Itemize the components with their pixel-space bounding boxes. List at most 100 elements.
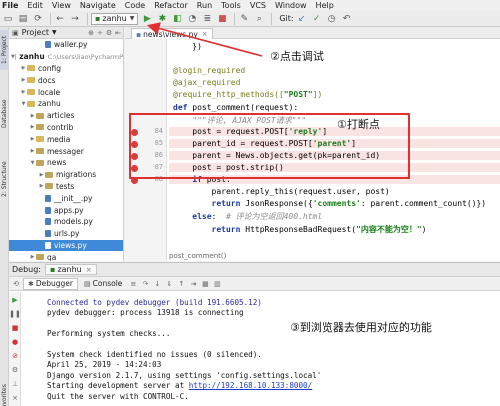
tree-item[interactable]: ▶ docs — [9, 74, 123, 86]
tree-item-label: config — [38, 63, 61, 73]
tree-item[interactable]: ▶ messager — [9, 145, 123, 157]
tool-tab-favorites[interactable]: 2: Favorites — [0, 382, 9, 406]
console-line: Starting development server at http://19… — [47, 381, 312, 390]
tree-item[interactable]: ▶ tests — [9, 181, 123, 193]
tree-item[interactable]: waller.py — [9, 39, 123, 51]
tool-tab-structure[interactable]: 2: Structure — [0, 153, 9, 205]
evaluate-icon[interactable]: ▦ — [200, 279, 210, 289]
stop-icon[interactable]: ■ — [216, 13, 228, 25]
tool-tab-database[interactable]: Database — [0, 89, 9, 139]
menu-item-vcs[interactable]: VCS — [250, 0, 266, 11]
chevron-right-icon[interactable]: ▶ — [29, 148, 36, 154]
tree-item-label: media — [47, 134, 71, 144]
step-into-icon[interactable]: ↓ — [152, 279, 162, 289]
console-output[interactable]: Connected to pydev debugger (build 191.6… — [23, 292, 500, 406]
chevron-right-icon[interactable]: ▶ — [29, 136, 36, 142]
stop-icon[interactable]: ■ — [11, 324, 19, 332]
run-to-cursor-icon[interactable]: ⇥ — [188, 279, 198, 289]
hide-icon[interactable]: ⇤ — [115, 29, 121, 37]
menu-item-file[interactable]: File — [2, 0, 18, 11]
wrench-icon[interactable]: ✎ — [238, 13, 250, 25]
sync-icon[interactable]: ⟳ — [32, 13, 44, 25]
chevron-right-icon[interactable]: ▶ — [38, 172, 45, 178]
git-revert-icon[interactable]: ↶ — [341, 13, 353, 25]
locate-icon[interactable]: ⊕ — [88, 29, 94, 37]
chevron-right-icon[interactable]: ▶ — [29, 113, 36, 119]
run-icon[interactable]: ▶ — [141, 13, 153, 25]
git-commit-icon[interactable]: ✓ — [311, 13, 323, 25]
table-icon[interactable]: ▥ — [212, 279, 222, 289]
git-history-icon[interactable]: ◷ — [326, 13, 338, 25]
open-folder-icon[interactable]: ▭ — [2, 13, 14, 25]
view-breakpoints-icon[interactable]: ● — [11, 338, 19, 346]
tree-item[interactable]: urls.py — [9, 228, 123, 240]
menu-item-window[interactable]: Window — [275, 0, 307, 11]
tree-item[interactable]: apps.py — [9, 204, 123, 216]
project-panel-title[interactable]: Project — [22, 28, 49, 37]
concurrency-icon[interactable]: ≣ — [201, 13, 213, 25]
tree-item[interactable]: ▶ migrations — [9, 169, 123, 181]
tree-item[interactable]: ▶ media — [9, 133, 123, 145]
pin-icon[interactable]: ⊥ — [11, 380, 19, 388]
save-all-icon[interactable]: ▤ — [17, 13, 29, 25]
menu-item-tools[interactable]: Tools — [221, 0, 241, 11]
menu-item-help[interactable]: Help — [316, 0, 334, 11]
tab-debugger[interactable]: ✱ Debugger — [23, 277, 78, 290]
chevron-right-icon[interactable]: ▶ — [20, 89, 27, 95]
gear-icon[interactable]: ⚙ — [106, 29, 112, 37]
chevron-down-icon[interactable]: ▼ — [52, 29, 57, 36]
tree-item[interactable]: views.py — [9, 239, 123, 252]
debug-session-tab[interactable]: ▪ zanhu × — [45, 264, 97, 275]
tree-item[interactable]: ▼ zanhu C:\Users\liao\PycharmP — [9, 51, 123, 63]
tree-item[interactable]: ▶ articles — [9, 110, 123, 122]
debug-icon[interactable]: ✱ — [156, 13, 168, 25]
close-icon[interactable]: × — [86, 266, 92, 274]
pause-icon[interactable]: ❚❚ — [9, 310, 21, 318]
tool-tab-project[interactable]: 1: Project — [0, 30, 9, 70]
step-over-icon[interactable]: ↷ — [140, 279, 150, 289]
tree-item[interactable]: ▼ news — [9, 157, 123, 169]
chevron-right-icon[interactable]: ▶ — [29, 124, 36, 130]
menu-item-code[interactable]: Code — [125, 0, 145, 11]
menu-item-refactor[interactable]: Refactor — [154, 0, 188, 11]
editor-tab-views-py[interactable]: ▪ news\views.py × — [131, 28, 213, 39]
menu-item-view[interactable]: View — [52, 0, 71, 11]
chevron-down-icon[interactable]: ▼ — [29, 160, 36, 166]
close-icon[interactable]: × — [11, 394, 19, 402]
chevron-right-icon[interactable]: ▶ — [29, 254, 36, 260]
search-icon[interactable]: ⌕ — [253, 13, 265, 25]
step-out-icon[interactable]: ↑ — [176, 279, 186, 289]
tree-item[interactable]: ▼ zanhu — [9, 98, 123, 110]
collapse-icon[interactable]: ÷ — [97, 29, 103, 37]
chevron-right-icon[interactable]: ▶ — [20, 77, 27, 83]
menu-item-edit[interactable]: Edit — [27, 0, 43, 11]
step-into-my-code-icon[interactable]: ⇓ — [164, 279, 174, 289]
tree-item[interactable]: ▶ contrib — [9, 122, 123, 134]
tab-console[interactable]: ▤ Console — [80, 278, 126, 290]
chevron-down-icon[interactable]: ▼ — [20, 101, 27, 107]
editor-breadcrumb[interactable]: post_comment() — [169, 252, 226, 260]
close-icon[interactable]: × — [202, 30, 208, 38]
settings-icon[interactable]: ⚙ — [11, 366, 19, 374]
menu-item-navigate[interactable]: Navigate — [80, 0, 116, 11]
back-icon[interactable]: ← — [54, 13, 66, 25]
server-url-link[interactable]: http://192.168.10.133:8000/ — [189, 381, 312, 390]
folder-icon — [27, 77, 35, 84]
run-configuration-select[interactable]: ▪ zanhu ▼ — [91, 12, 139, 25]
profile-icon[interactable]: ◔ — [186, 13, 198, 25]
tree-item[interactable]: ▶ config — [9, 63, 123, 75]
coverage-icon[interactable]: ◧ — [171, 13, 183, 25]
tree-item[interactable]: models.py — [9, 216, 123, 228]
tree-item[interactable]: ▶ qa — [9, 251, 123, 261]
rerun-icon[interactable]: ⟲ — [11, 279, 21, 289]
tree-item[interactable]: __init__.py — [9, 192, 123, 204]
forward-icon[interactable]: → — [69, 13, 81, 25]
mute-breakpoints-icon[interactable]: ⊘ — [11, 352, 19, 360]
menu-item-run[interactable]: Run — [197, 0, 212, 11]
show-execution-point-icon[interactable]: ≡ — [128, 279, 138, 289]
tree-item[interactable]: ▶ locale — [9, 86, 123, 98]
resume-icon[interactable]: ▶ — [11, 296, 19, 304]
chevron-right-icon[interactable]: ▶ — [38, 183, 45, 189]
git-update-icon[interactable]: ↙ — [296, 13, 308, 25]
chevron-right-icon[interactable]: ▶ — [20, 65, 27, 71]
